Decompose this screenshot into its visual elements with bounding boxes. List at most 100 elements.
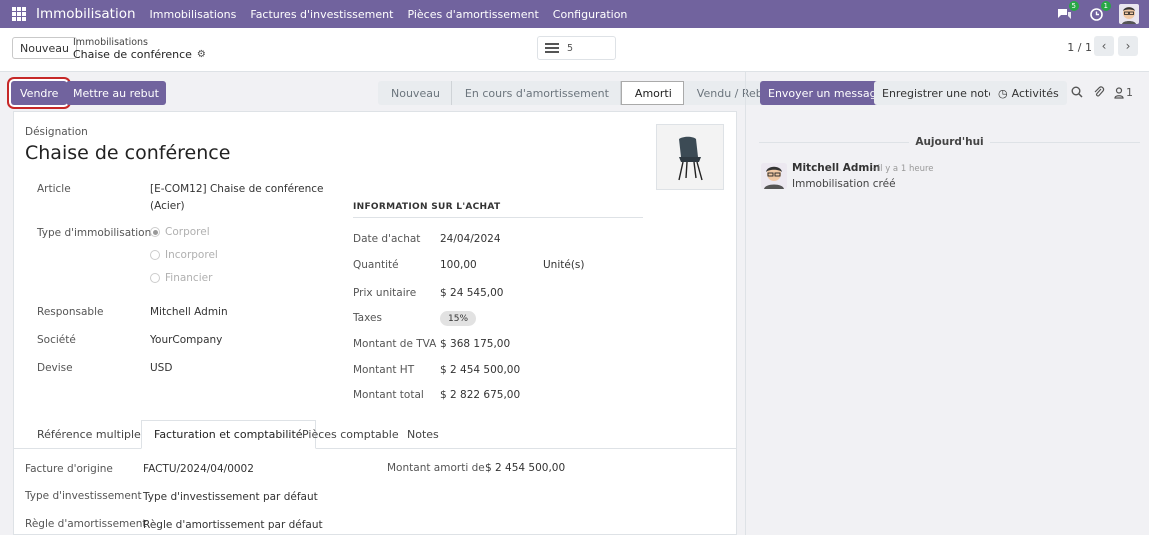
breadcrumb-current-label: Chaise de conférence xyxy=(73,48,192,61)
untaxed-amount-value: $ 2 454 500,00 xyxy=(440,364,521,376)
article-value-line1[interactable]: [E-COM12] Chaise de conférence xyxy=(150,183,323,195)
depreciated-amount-value: $ 2 454 500,00 xyxy=(485,462,566,474)
radio-indicator xyxy=(150,273,160,283)
radio-label: Corporel xyxy=(165,226,210,238)
taxes-label: Taxes xyxy=(353,312,382,324)
form-sheet: Désignation Chaise de conférence Article… xyxy=(13,111,737,535)
log-note-button[interactable]: Enregistrer une note xyxy=(874,81,1004,105)
chair-image-icon xyxy=(678,136,703,181)
gear-icon[interactable]: ⚙ xyxy=(197,48,206,62)
messages-button[interactable]: 5 xyxy=(1055,1,1079,23)
breadcrumb-parent[interactable]: Immobilisations xyxy=(73,37,206,48)
new-button[interactable]: Nouveau xyxy=(12,37,77,59)
origin-invoice-value[interactable]: FACTU/2024/04/0002 xyxy=(143,463,254,475)
menu-factures-investissement[interactable]: Factures d'investissement xyxy=(250,8,393,21)
send-message-button[interactable]: Envoyer un message xyxy=(760,81,892,105)
purchase-date-label: Date d'achat xyxy=(353,233,421,245)
activities-button-chatter[interactable]: ◷ Activités xyxy=(990,81,1067,105)
breadcrumb: Immobilisations Chaise de conférence ⚙ xyxy=(73,37,206,62)
radio-label: Financier xyxy=(165,272,213,284)
activities-badge: 1 xyxy=(1100,1,1111,11)
investment-type-value[interactable]: Type d'investissement par défaut xyxy=(143,491,318,503)
responsible-value[interactable]: Mitchell Admin xyxy=(150,306,228,318)
unit-price-label: Prix unitaire xyxy=(353,287,417,299)
tab-journal-entries[interactable]: Pièces comptable xyxy=(290,420,411,449)
tax-badge[interactable]: 15% xyxy=(440,311,477,326)
radio-corporel[interactable]: Corporel xyxy=(150,226,210,238)
top-navbar: Immobilisation Immobilisations Factures … xyxy=(0,0,1149,28)
origin-invoice-label: Facture d'origine xyxy=(25,463,113,475)
apps-menu-icon[interactable] xyxy=(12,7,26,21)
paperclip-icon[interactable] xyxy=(1093,86,1105,101)
currency-label: Devise xyxy=(37,362,73,374)
log-note-label: Enregistrer une note xyxy=(882,86,996,100)
message-author[interactable]: Mitchell Admin xyxy=(792,162,880,174)
asset-name[interactable]: Chaise de conférence xyxy=(25,142,230,164)
messages-badge: 5 xyxy=(1068,1,1079,11)
total-amount-value: $ 2 822 675,00 xyxy=(440,389,521,401)
stage-depreciated[interactable]: Amorti xyxy=(620,81,684,105)
user-icon xyxy=(1114,86,1124,99)
menu-immobilisations[interactable]: Immobilisations xyxy=(150,8,237,21)
company-value[interactable]: YourCompany xyxy=(150,334,222,346)
tab-multiple-references[interactable]: Référence multiples xyxy=(25,420,159,449)
followers-button[interactable]: 1 xyxy=(1114,86,1133,99)
stage-new[interactable]: Nouveau xyxy=(378,81,452,105)
radio-financier[interactable]: Financier xyxy=(150,272,212,284)
name-label: Désignation xyxy=(25,126,88,138)
clock-icon xyxy=(1089,7,1103,21)
depreciated-amount-label: Montant amorti de xyxy=(387,462,485,474)
pager-next-button[interactable]: › xyxy=(1118,36,1138,56)
activities-button[interactable]: 1 xyxy=(1087,1,1111,23)
responsible-label: Responsable xyxy=(37,306,104,318)
status-bar: Nouveau En cours d'amortissement Amorti … xyxy=(378,81,786,105)
chat-icon xyxy=(1057,8,1071,19)
list-icon xyxy=(545,43,559,53)
radio-indicator xyxy=(150,250,160,260)
article-value-line2[interactable]: (Acier) xyxy=(150,200,185,212)
quantity-value[interactable]: 100,00 xyxy=(440,259,477,271)
menu-configuration[interactable]: Configuration xyxy=(553,8,628,21)
pager-value[interactable]: 1 / 1 xyxy=(1067,41,1092,54)
stage-in-progress[interactable]: En cours d'amortissement xyxy=(451,81,621,105)
tab-notes[interactable]: Notes xyxy=(395,420,451,449)
message-author-avatar[interactable] xyxy=(761,163,787,189)
unit-price-value[interactable]: $ 24 545,00 xyxy=(440,287,503,299)
uom-value[interactable]: Unité(s) xyxy=(543,259,585,271)
records-list-toggle[interactable]: 5 xyxy=(537,36,616,60)
vat-amount-value: $ 368 175,00 xyxy=(440,338,511,350)
total-amount-label: Montant total xyxy=(353,389,424,401)
notebook-tabs: Référence multiples Facturation et compt… xyxy=(14,420,736,449)
menu-pieces-amortissement[interactable]: Pièces d'amortissement xyxy=(407,8,538,21)
breadcrumb-current: Chaise de conférence ⚙ xyxy=(73,48,206,62)
followers-count: 1 xyxy=(1126,86,1133,99)
message-timestamp: - il y a 1 heure xyxy=(872,164,934,174)
radio-label: Incorporel xyxy=(165,249,218,261)
chevron-left-icon: ‹ xyxy=(1101,39,1107,53)
user-avatar[interactable] xyxy=(1119,4,1139,24)
date-separator: Aujourd'hui xyxy=(759,136,1140,148)
app-name[interactable]: Immobilisation xyxy=(36,6,136,22)
scrap-button[interactable]: Mettre au rebut xyxy=(66,81,166,105)
investment-type-label: Type d'investissement xyxy=(25,490,142,502)
form-chatter-divider xyxy=(745,72,746,535)
currency-value[interactable]: USD xyxy=(150,362,172,374)
quantity-label: Quantité xyxy=(353,259,399,271)
radio-incorporel[interactable]: Incorporel xyxy=(150,249,218,261)
purchase-section-title: INFORMATION SUR L'ACHAT xyxy=(353,202,643,218)
pager-previous-button[interactable]: ‹ xyxy=(1094,36,1114,56)
depreciation-rule-label: Règle d'amortissement xyxy=(25,518,147,530)
purchase-date-value[interactable]: 24/04/2024 xyxy=(440,233,501,245)
message-body: Immobilisation créé xyxy=(792,178,896,190)
chevron-right-icon: › xyxy=(1125,39,1131,53)
product-image[interactable] xyxy=(656,124,724,190)
activities-label: Activités xyxy=(1011,86,1059,100)
untaxed-amount-label: Montant HT xyxy=(353,364,415,376)
sell-button[interactable]: Vendre xyxy=(11,81,68,105)
company-label: Société xyxy=(37,334,76,346)
article-label: Article xyxy=(37,183,71,195)
depreciation-rule-value[interactable]: Règle d'amortissement par défaut xyxy=(143,519,323,531)
search-icon[interactable] xyxy=(1071,86,1083,101)
control-panel: Nouveau Immobilisations Chaise de confér… xyxy=(0,28,1149,72)
clock-icon: ◷ xyxy=(998,86,1008,100)
